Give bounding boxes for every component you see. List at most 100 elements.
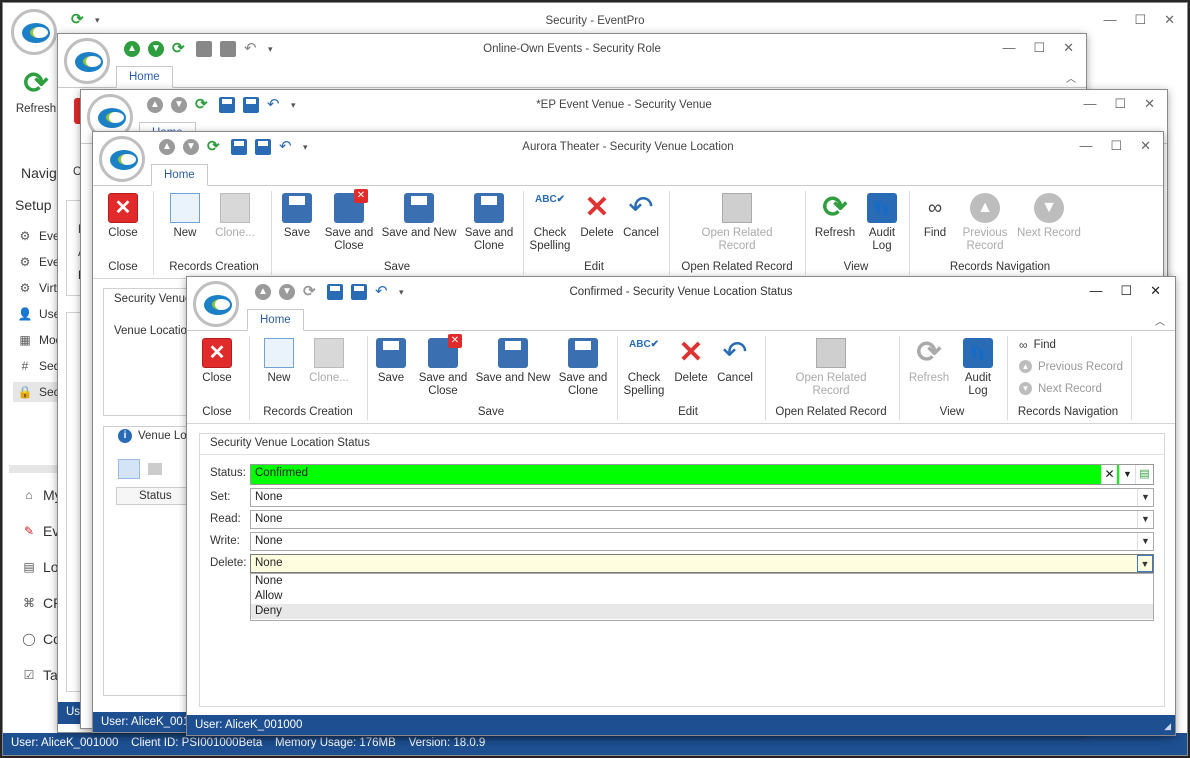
close-icon[interactable]: ✕ — [1164, 12, 1175, 28]
nav-item[interactable]: ☑ Ta — [21, 667, 58, 683]
clone-row-icon[interactable] — [148, 463, 162, 475]
close-button[interactable]: ✕ Close — [195, 338, 239, 385]
cancel-button[interactable]: ↶ Cancel — [621, 193, 661, 240]
role-tab-strip: Home ︿ — [58, 66, 1086, 88]
main-refresh-button[interactable]: ⟳ Refresh — [11, 69, 61, 116]
save-button[interactable]: Save — [279, 193, 315, 240]
status-label: Status: — [210, 467, 246, 479]
minimize-icon[interactable]: — — [1103, 12, 1116, 28]
cancel-button[interactable]: ↶ Cancel — [715, 338, 755, 385]
status-combo[interactable]: Confirmed ✕ ▼ ▤ — [250, 464, 1154, 485]
chevron-down-icon[interactable]: ▼ — [1137, 489, 1153, 506]
save-and-close-button[interactable]: Save and Close — [415, 334, 471, 398]
close-icon[interactable]: ✕ — [1140, 138, 1151, 154]
minimize-icon[interactable]: — — [1083, 96, 1096, 112]
previous-record-button[interactable]: ▲ Previous Record — [959, 193, 1011, 253]
refresh-button[interactable]: ⟳ Refresh — [811, 193, 859, 240]
resize-grip-icon[interactable]: ◢ — [1164, 721, 1171, 732]
delete-dropdown-list: None Allow Deny — [250, 573, 1154, 621]
setup-item[interactable]: ▦ Mod — [17, 332, 62, 348]
save-button[interactable]: Save — [373, 338, 409, 385]
save-and-close-button[interactable]: Save and Close — [321, 189, 377, 253]
dropdown-option-deny[interactable]: Deny — [251, 604, 1153, 619]
new-row-icon[interactable] — [118, 459, 140, 479]
location-tab-strip: Home — [93, 164, 1163, 186]
open-related-record-button[interactable]: Open Related Record — [689, 193, 785, 253]
chevron-down-icon[interactable]: ▼ — [1119, 465, 1135, 484]
related-record-icon — [816, 338, 846, 368]
column-status[interactable]: Status — [139, 490, 172, 502]
maximize-icon[interactable]: ☐ — [1120, 283, 1132, 299]
save-and-new-button[interactable]: Save and New — [381, 193, 457, 240]
audit-log-button[interactable]: 👣 Audit Log — [863, 193, 901, 253]
dropdown-option-none[interactable]: None — [251, 574, 1153, 589]
set-combo[interactable]: None ▼ — [250, 488, 1154, 507]
lookup-icon[interactable]: ▤ — [1135, 465, 1153, 484]
status-window: ▲ ▼ ⟳ ↶ ▾ Confirmed - Security Venue Loc… — [186, 276, 1176, 736]
find-button[interactable]: ∞ Find — [917, 193, 953, 240]
group-edit: Edit — [678, 406, 698, 418]
close-icon[interactable]: ✕ — [1144, 96, 1155, 112]
collapse-ribbon-icon[interactable]: ︿ — [1155, 313, 1165, 328]
setup-item[interactable]: # Seq — [17, 358, 61, 374]
clone-button[interactable]: Clone... — [209, 193, 261, 240]
find-button[interactable]: ∞ Find — [1019, 338, 1056, 352]
dropdown-option-allow[interactable]: Allow — [251, 589, 1153, 604]
close-icon[interactable]: ✕ — [1150, 283, 1161, 299]
main-window-controls: — ☐ ✕ — [1103, 12, 1175, 28]
previous-record-button[interactable]: ▲ Previous Record — [1019, 360, 1123, 373]
tab-home[interactable]: Home — [247, 309, 304, 331]
check-spelling-button[interactable]: ABC✔ Check Spelling — [527, 193, 573, 253]
refresh-icon: ⟳ — [916, 336, 942, 369]
open-related-record-button[interactable]: Open Related Record — [783, 338, 879, 398]
audit-log-button[interactable]: 👣 Audit Log — [959, 338, 997, 398]
collapse-ribbon-icon[interactable]: ︿ — [1066, 70, 1076, 85]
save-and-clone-button[interactable]: Save and Clone — [461, 193, 517, 253]
group-records-navigation: Records Navigation — [949, 261, 1051, 273]
nav-item[interactable]: ✎ Ev — [21, 523, 59, 539]
clone-button[interactable]: Clone... — [303, 338, 355, 385]
setup-item[interactable]: 👤 Use — [17, 306, 61, 322]
setup-item[interactable]: ⚙ Eve — [17, 254, 60, 270]
nav-item[interactable]: ◯ Co — [21, 631, 61, 647]
tab-home[interactable]: Home — [116, 66, 173, 88]
clone-label: Clone... — [309, 372, 349, 384]
new-button[interactable]: New — [165, 193, 205, 240]
maximize-icon[interactable]: ☐ — [1033, 40, 1045, 56]
delete-button[interactable]: ✕ Delete — [577, 193, 617, 240]
clear-icon[interactable]: ✕ — [1101, 465, 1117, 484]
minimize-icon[interactable]: — — [1002, 40, 1015, 56]
undo-icon: ↶ — [628, 191, 654, 224]
close-button[interactable]: ✕ Close — [101, 193, 145, 240]
check-spelling-button[interactable]: ABC✔ Check Spelling — [621, 338, 667, 398]
refresh-button[interactable]: ⟳ Refresh — [905, 338, 953, 385]
chevron-down-icon[interactable]: ▼ — [1137, 511, 1153, 528]
nav-item[interactable]: ▤ Lo — [21, 559, 58, 575]
maximize-icon[interactable]: ☐ — [1134, 12, 1146, 28]
chevron-down-icon[interactable]: ▼ — [1137, 533, 1153, 550]
location-ribbon: ✕ Close Close New Clone... Records Creati… — [93, 187, 1163, 279]
delete-button[interactable]: ✕ Delete — [671, 338, 711, 385]
chevron-down-icon[interactable]: ▼ — [1137, 555, 1153, 572]
delete-combo[interactable]: None ▼ — [250, 554, 1154, 573]
group-related: Open Related Record — [681, 261, 793, 273]
read-combo[interactable]: None ▼ — [250, 510, 1154, 529]
maximize-icon[interactable]: ☐ — [1110, 138, 1122, 154]
maximize-icon[interactable]: ☐ — [1114, 96, 1126, 112]
save-and-new-button[interactable]: Save and New — [475, 338, 551, 385]
new-button[interactable]: New — [259, 338, 299, 385]
write-combo[interactable]: None ▼ — [250, 532, 1154, 551]
save-and-clone-button[interactable]: Save and Clone — [555, 338, 611, 398]
status-form-panel: Security Venue Location Status Status: C… — [199, 433, 1165, 707]
nav-item[interactable]: ⌂ My — [21, 487, 61, 503]
save-clone-icon — [474, 193, 504, 223]
next-record-button[interactable]: ▼ Next Record — [1019, 382, 1102, 395]
setup-item[interactable]: ⚙ Eve — [17, 228, 60, 244]
save-close-icon — [428, 334, 462, 368]
close-icon[interactable]: ✕ — [1063, 40, 1074, 56]
next-record-button[interactable]: ▼ Next Record — [1015, 193, 1083, 240]
minimize-icon[interactable]: — — [1089, 283, 1102, 299]
tab-home[interactable]: Home — [151, 164, 208, 186]
write-value: None — [255, 535, 283, 547]
minimize-icon[interactable]: — — [1079, 138, 1092, 154]
